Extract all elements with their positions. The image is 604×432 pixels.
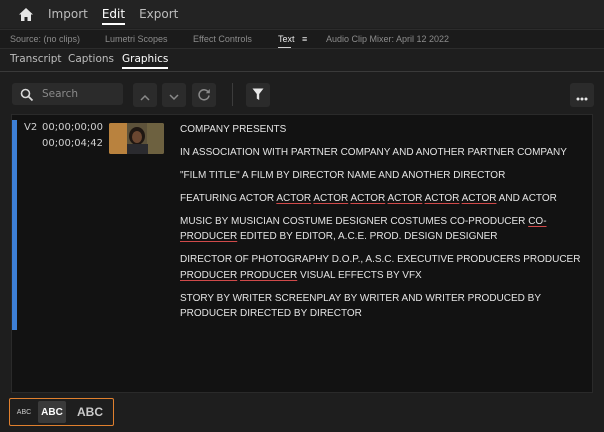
filter-button[interactable]: [246, 83, 270, 107]
search-input[interactable]: [42, 88, 122, 100]
search-box[interactable]: [12, 83, 123, 105]
clip-in-timecode: 00;00;00;00: [42, 122, 104, 133]
replace-button[interactable]: [192, 83, 216, 107]
clip-thumbnail[interactable]: [109, 123, 164, 154]
spelling-flag-word: ACTOR: [424, 193, 460, 204]
spelling-flag-word: ACTOR: [313, 193, 349, 204]
chevron-down-icon: [169, 86, 179, 105]
menu-export[interactable]: Export: [139, 0, 178, 28]
subtabs-divider: [0, 71, 604, 72]
caption-text-segment: VISUAL EFFECTS BY VFX: [297, 269, 422, 281]
text-size-large-button[interactable]: ABC: [70, 401, 110, 423]
spelling-flag-word: ACTOR: [350, 193, 386, 204]
home-icon[interactable]: [16, 4, 36, 24]
caption-text-segment: "FILM TITLE" A FILM BY DIRECTOR NAME AND…: [180, 170, 506, 181]
previous-result-button[interactable]: [133, 83, 157, 107]
caption-line[interactable]: COMPANY PRESENTS: [180, 122, 585, 137]
track-label: V2: [24, 122, 38, 133]
caption-line[interactable]: "FILM TITLE" A FILM BY DIRECTOR NAME AND…: [180, 168, 585, 183]
spelling-flag-word: ACTOR: [461, 193, 497, 204]
text-size-medium-button[interactable]: ABC: [38, 401, 66, 423]
caption-text-segment: IN ASSOCIATION WITH PARTNER COMPANY AND …: [180, 147, 567, 158]
tab-text-label: Text: [278, 34, 295, 44]
text-size-small-button[interactable]: ABC: [12, 401, 36, 423]
toolbar-separator: [232, 83, 233, 106]
caption-line[interactable]: IN ASSOCIATION WITH PARTNER COMPANY AND …: [180, 145, 585, 160]
caption-text-segment: MUSIC BY MUSICIAN COSTUME DESIGNER COSTU…: [180, 216, 529, 227]
caption-text-block[interactable]: COMPANY PRESENTS IN ASSOCIATION WITH PART…: [180, 122, 585, 329]
panel-menu-icon[interactable]: ≡: [302, 34, 307, 44]
more-options-button[interactable]: [570, 83, 594, 107]
caption-text-segment: STORY BY WRITER SCREENPLAY BY WRITER AND…: [180, 292, 541, 320]
top-menu-bar: Import Edit Export: [0, 0, 604, 28]
refresh-icon: [197, 86, 211, 105]
menu-edit[interactable]: Edit: [101, 0, 126, 28]
track-color-bar: [12, 120, 17, 330]
caption-text-segment: DIRECTOR OF PHOTOGRAPHY D.O.P., A.S.C. E…: [180, 254, 581, 266]
caption-line[interactable]: FEATURING ACTOR ACTOR ACTOR ACTOR ACTOR …: [180, 191, 585, 206]
caption-text-segment: FEATURING ACTOR: [180, 193, 277, 204]
text-panel-subtabs: Transcript Captions Graphics: [0, 50, 604, 72]
subtab-transcript[interactable]: Transcript: [10, 53, 62, 65]
ellipsis-icon: [576, 86, 588, 105]
spelling-flag-word: ACTOR: [387, 193, 423, 204]
menu-import[interactable]: Import: [48, 0, 88, 28]
tab-audio-clip-mixer[interactable]: Audio Clip Mixer: April 12 2022: [326, 34, 449, 44]
chevron-up-icon: [140, 86, 150, 105]
subtab-captions[interactable]: Captions: [68, 53, 114, 65]
spelling-flag-word: PRODUCER: [180, 269, 238, 281]
clip-out-timecode: 00;00;04;42: [42, 138, 104, 149]
caption-text-segment: EDITED BY EDITOR, A.C.E. PROD. DESIGN DE…: [237, 231, 498, 243]
caption-text-segment: AND ACTOR: [496, 193, 557, 204]
panel-tab-bar: Source: (no clips) Lumetri Scopes Effect…: [0, 29, 604, 49]
text-size-selector: ABC ABC ABC: [9, 398, 114, 426]
tab-lumetri-scopes[interactable]: Lumetri Scopes: [105, 34, 168, 44]
subtab-graphics[interactable]: Graphics: [122, 53, 169, 69]
filter-icon: [252, 86, 264, 105]
spelling-flag-word: ACTOR: [276, 193, 312, 204]
graphics-list-panel: V2 00;00;00;00 00;00;04;42 COMPANY PRESE…: [11, 114, 593, 393]
caption-line[interactable]: STORY BY WRITER SCREENPLAY BY WRITER AND…: [180, 291, 585, 322]
search-icon: [20, 87, 34, 102]
spelling-flag-word: PRODUCER: [240, 269, 298, 281]
caption-line[interactable]: MUSIC BY MUSICIAN COSTUME DESIGNER COSTU…: [180, 214, 585, 245]
next-result-button[interactable]: [162, 83, 186, 107]
tab-source[interactable]: Source: (no clips): [10, 34, 80, 44]
caption-text-segment: COMPANY PRESENTS: [180, 124, 287, 135]
tab-text[interactable]: Text ≡: [278, 34, 307, 48]
tab-effect-controls[interactable]: Effect Controls: [193, 34, 252, 44]
caption-line[interactable]: DIRECTOR OF PHOTOGRAPHY D.O.P., A.S.C. E…: [180, 252, 585, 283]
